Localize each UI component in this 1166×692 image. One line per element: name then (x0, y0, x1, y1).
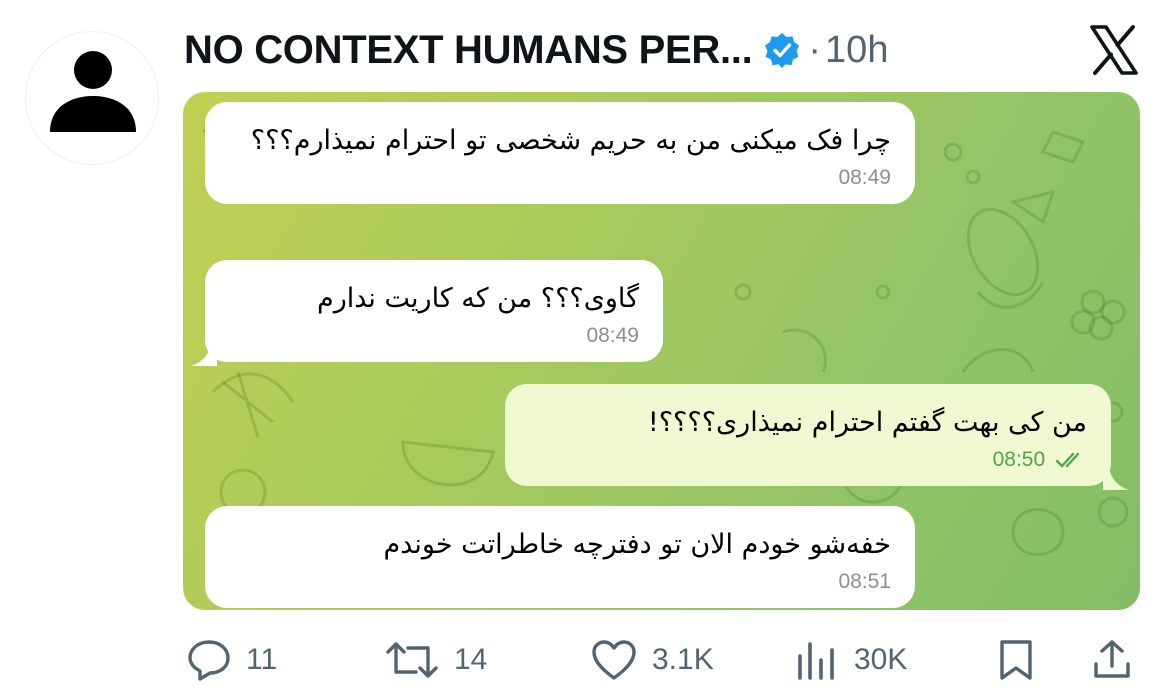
chat-bubble-incoming: گاوی؟؟؟ من که کاریت ندارم 08:49 (205, 260, 663, 362)
chat-bubble-outgoing: من کی بهت گفتم احترام نمیذاری؟؟؟؟! 08:50 (505, 384, 1111, 486)
message-text: گاوی؟؟؟ من که کاریت ندارم (316, 283, 639, 314)
default-avatar-icon (50, 51, 136, 132)
share-icon (1094, 640, 1130, 678)
author-name[interactable]: NO CONTEXT HUMANS PER... (184, 28, 753, 73)
views-count: 30K (854, 643, 908, 676)
double-check-icon (1055, 453, 1080, 469)
views-icon (798, 642, 834, 680)
message-text: چرا فک میکنی من به حریم شخصی تو احترام ن… (250, 125, 891, 156)
x-logo-icon[interactable] (1088, 24, 1140, 76)
heart-icon (592, 640, 636, 680)
post-actions-bar: 11 14 3.1K 30K (0, 630, 1166, 690)
reply-count: 11 (246, 643, 278, 676)
reply-icon (188, 640, 230, 681)
message-time: 08:49 (586, 324, 639, 347)
reply-button[interactable]: 11 (186, 630, 277, 690)
bookmark-button[interactable] (996, 630, 1036, 690)
bubble-tail (1103, 468, 1129, 490)
chat-bubble-incoming: خفه‌شو خودم الان تو دفترچه خاطراتت خوندم… (205, 506, 915, 608)
verified-badge-icon (764, 32, 800, 68)
repost-button[interactable]: 14 (384, 630, 487, 690)
message-text: من کی بهت گفتم احترام نمیذاری؟؟؟؟! (647, 407, 1087, 438)
message-time: 08:51 (838, 570, 891, 593)
repost-count: 14 (454, 643, 488, 676)
post-media-chat-screenshot[interactable]: چرا فک میکنی من به حریم شخصی تو احترام ن… (183, 92, 1140, 610)
bookmark-icon (1000, 640, 1032, 680)
message-time: 08:49 (838, 166, 891, 189)
message-time: 08:50 (992, 448, 1046, 471)
bubble-tail (191, 344, 217, 366)
share-button[interactable] (1090, 630, 1134, 690)
like-count: 3.1K (652, 643, 714, 676)
message-text: خفه‌شو خودم الان تو دفترچه خاطراتت خوندم (383, 529, 891, 560)
separator-dot: · (808, 28, 822, 71)
post-header: NO CONTEXT HUMANS PER... · 10h (184, 24, 888, 76)
post-time[interactable]: 10h (825, 29, 888, 72)
like-button[interactable]: 3.1K (590, 630, 714, 690)
views-button[interactable]: 30K (794, 630, 907, 690)
author-avatar[interactable] (25, 31, 159, 165)
repost-icon (386, 642, 438, 678)
chat-bubble-incoming: چرا فک میکنی من به حریم شخصی تو احترام ن… (205, 102, 915, 204)
